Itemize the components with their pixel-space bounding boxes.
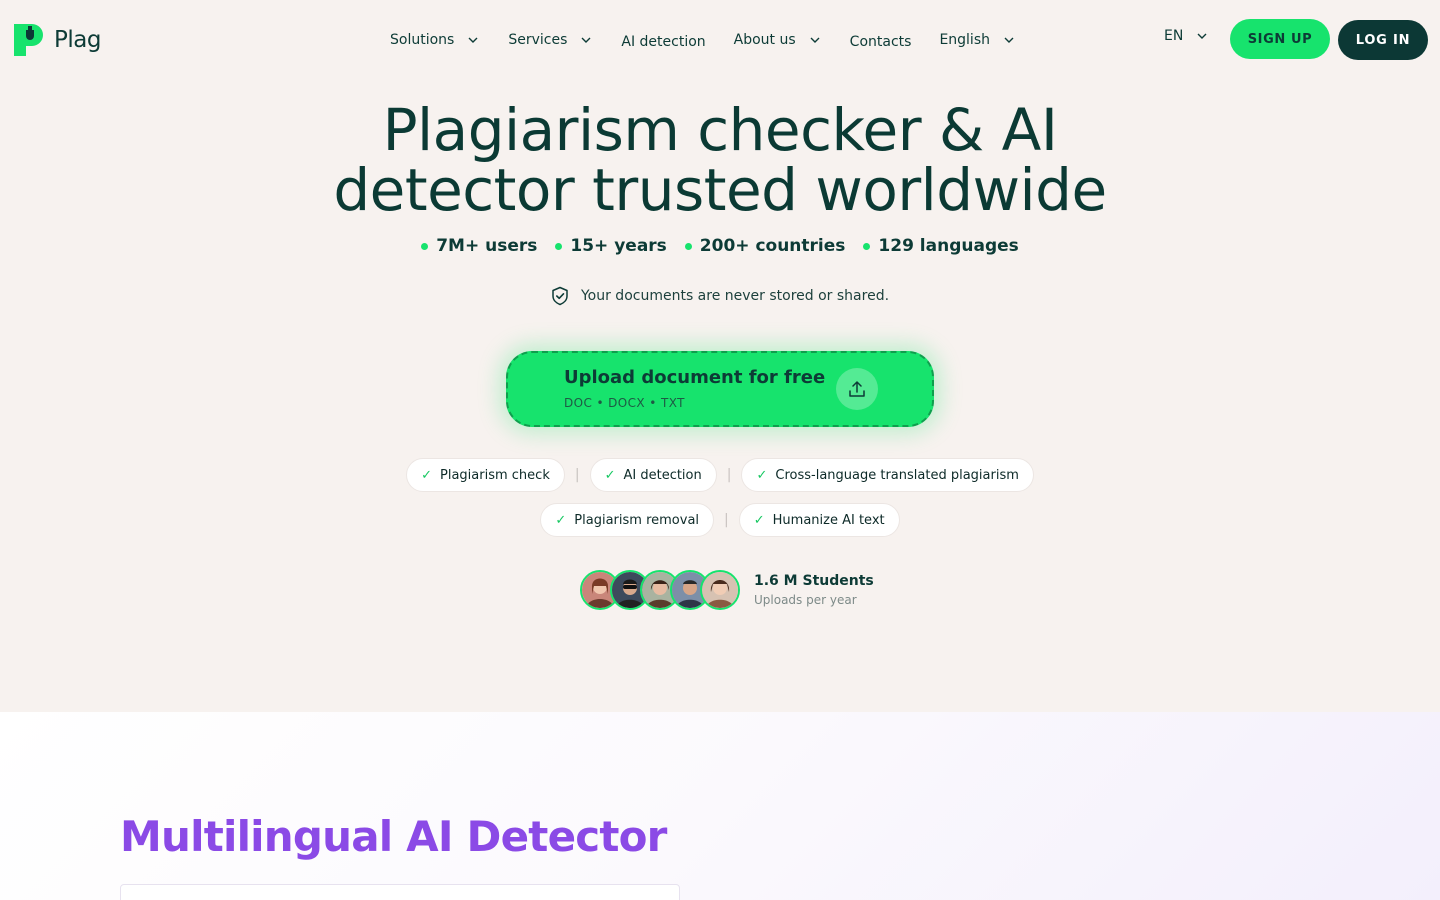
log-in-button[interactable]: LOG IN xyxy=(1338,20,1428,60)
nav-ai-detection-label: AI detection xyxy=(621,34,706,50)
bullet-dot xyxy=(684,242,692,250)
stat-users-text: 7M+ users xyxy=(436,236,538,256)
divider: | xyxy=(726,467,732,483)
chevron-down-icon xyxy=(468,37,478,43)
feature-chips-row-2: ✓ Plagiarism removal | ✓ Humanize AI text xyxy=(0,503,1440,537)
feature-chip-label: Plagiarism removal xyxy=(574,512,700,528)
stat-years: 15+ years xyxy=(555,236,667,256)
divider: | xyxy=(724,512,729,528)
feature-chip-plagiarism-removal: ✓ Plagiarism removal xyxy=(540,503,715,537)
upload-title: Upload document for free xyxy=(564,367,826,388)
upload-document-button[interactable]: Upload document for free DOC • DOCX • TX… xyxy=(506,351,934,427)
ai-detector-section: Multilingual AI Detector xyxy=(0,712,1440,900)
avatar-group xyxy=(580,570,740,610)
chevron-down-icon xyxy=(810,37,820,43)
nav-contacts[interactable]: Contacts xyxy=(836,30,926,50)
nav-services-label: Services xyxy=(508,32,568,48)
nav-services[interactable]: Services xyxy=(494,32,607,48)
site-header: Plag Solutions Services AI detection Abo… xyxy=(0,0,1440,80)
bullet-dot xyxy=(421,242,429,250)
nav-english[interactable]: English xyxy=(925,32,1030,48)
upload-icon xyxy=(836,368,878,410)
stat-countries-text: 200+ countries xyxy=(699,236,846,256)
hero-title: Plagiarism checker & AI detector trusted… xyxy=(0,100,1440,220)
bullet-dot xyxy=(555,242,563,250)
feature-chip-ai-detection: ✓ AI detection xyxy=(589,458,717,492)
bullet-dot xyxy=(863,242,871,250)
students-text: 1.6 M Students Uploads per year xyxy=(754,573,874,607)
language-selector[interactable]: EN xyxy=(1164,28,1209,44)
check-icon: ✓ xyxy=(756,467,768,483)
check-icon: ✓ xyxy=(555,512,567,528)
hero-stats: 7M+ users 15+ years 200+ countries 129 l… xyxy=(0,236,1440,256)
chevron-down-icon xyxy=(581,37,591,43)
plag-logo-icon xyxy=(14,24,43,56)
main-nav: Solutions Services AI detection About us… xyxy=(376,22,1030,58)
nav-ai-detection[interactable]: AI detection xyxy=(607,30,719,50)
stat-countries: 200+ countries xyxy=(684,236,846,256)
nav-english-label: English xyxy=(939,32,990,48)
stat-languages-text: 129 languages xyxy=(878,236,1019,256)
logo-link[interactable]: Plag xyxy=(12,22,101,58)
logo-text: Plag xyxy=(54,27,101,53)
privacy-note: Your documents are never stored or share… xyxy=(0,286,1440,306)
upload-formats: DOC • DOCX • TXT xyxy=(564,396,685,410)
privacy-note-text: Your documents are never stored or share… xyxy=(580,288,890,304)
stat-languages: 129 languages xyxy=(863,236,1019,256)
chevron-down-icon xyxy=(1004,37,1014,43)
students-count: 1.6 M Students xyxy=(754,573,874,589)
nav-about-us-label: About us xyxy=(733,32,796,48)
nav-about-us[interactable]: About us xyxy=(720,32,836,48)
sign-up-button[interactable]: SIGN UP xyxy=(1230,19,1330,59)
hero-title-line-2: detector trusted worldwide xyxy=(333,156,1107,224)
shield-check-icon xyxy=(552,286,568,306)
avatar xyxy=(700,570,740,610)
feature-chip-cross-language: ✓ Cross-language translated plagiarism xyxy=(741,458,1034,492)
section-title: Multilingual AI Detector xyxy=(120,812,667,861)
nav-solutions-label: Solutions xyxy=(390,32,455,48)
feature-chip-label: Humanize AI text xyxy=(772,512,885,528)
language-code: EN xyxy=(1164,28,1184,44)
feature-chip-humanize-ai: ✓ Humanize AI text xyxy=(738,503,900,537)
feature-chips-row-1: ✓ Plagiarism check | ✓ AI detection | ✓ Cro… xyxy=(0,458,1440,492)
students-social-proof: 1.6 M Students Uploads per year xyxy=(580,570,874,610)
stat-years-text: 15+ years xyxy=(570,236,667,256)
chevron-down-icon xyxy=(1197,33,1207,39)
detector-card xyxy=(120,884,680,900)
nav-contacts-label: Contacts xyxy=(849,34,912,50)
check-icon: ✓ xyxy=(604,467,616,483)
feature-chip-label: AI detection xyxy=(623,467,702,483)
feature-chip-plagiarism-check: ✓ Plagiarism check xyxy=(406,458,565,492)
check-icon: ✓ xyxy=(753,512,765,528)
divider: | xyxy=(574,467,580,483)
hero-title-line-1: Plagiarism checker & AI xyxy=(382,96,1058,164)
nav-solutions[interactable]: Solutions xyxy=(376,32,494,48)
stat-users: 7M+ users xyxy=(421,236,537,256)
upload-arrow-icon xyxy=(849,381,865,397)
check-icon: ✓ xyxy=(421,467,433,483)
feature-chip-label: Cross-language translated plagiarism xyxy=(775,467,1019,483)
feature-chip-label: Plagiarism check xyxy=(440,467,550,483)
students-subtext: Uploads per year xyxy=(754,593,857,607)
